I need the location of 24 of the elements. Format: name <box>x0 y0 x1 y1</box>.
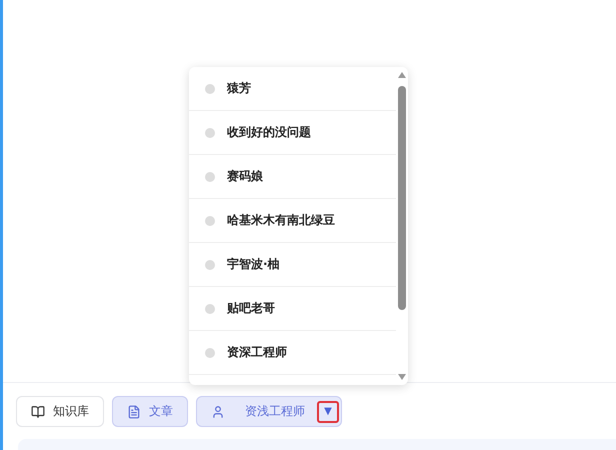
status-dot <box>205 216 215 226</box>
menu-item[interactable]: 赛码娘 <box>189 155 396 199</box>
menu-item[interactable]: 猿芳 <box>189 67 396 111</box>
caret-icon[interactable]: ▼ <box>317 400 339 422</box>
menu-item[interactable]: 宇智波·柚 <box>189 243 396 287</box>
scrollbar-thumb[interactable] <box>398 86 406 310</box>
menu-item[interactable]: 收到好的没问题 <box>189 111 396 155</box>
knowledge-button[interactable]: 知识库 <box>16 396 104 427</box>
persona-button[interactable]: 资浅工程师 ▼ <box>196 396 342 427</box>
status-dot <box>205 348 215 358</box>
status-dot <box>205 172 215 182</box>
status-dot <box>205 260 215 270</box>
status-dot <box>205 128 215 138</box>
status-dot <box>205 84 215 94</box>
book-icon <box>31 404 45 418</box>
article-button[interactable]: 文章 <box>112 396 188 427</box>
person-icon <box>211 404 225 418</box>
menu-item[interactable]: 哈基米木有南北绿豆 <box>189 199 396 243</box>
status-dot <box>205 304 215 314</box>
menu-item[interactable]: 资深工程师 <box>189 331 396 375</box>
scroll-up-icon[interactable] <box>398 72 406 78</box>
scroll-down-icon[interactable] <box>398 374 406 380</box>
menu-item[interactable]: 贴吧老哥 <box>189 287 396 331</box>
document-icon <box>127 404 141 418</box>
